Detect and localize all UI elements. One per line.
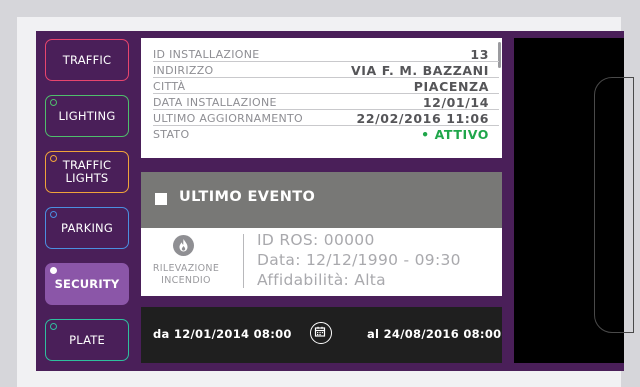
status-dot-icon	[50, 267, 57, 274]
date-to[interactable]: al 24/08/2016 08:00	[367, 327, 501, 341]
sidebar-item-lighting[interactable]: LIGHTING	[45, 95, 129, 137]
info-label: ULTIMO AGGIORNAMENTO	[153, 112, 303, 125]
info-label: ID INSTALLAZIONE	[153, 48, 260, 61]
decorative-frame	[594, 77, 634, 333]
info-label: STATO	[153, 128, 190, 141]
status-dot-icon	[50, 211, 57, 218]
installation-info-card: ID INSTALLAZIONE 13 INDIRIZZO VIA F. M. …	[141, 38, 502, 158]
sidebar-item-traffic[interactable]: TRAFFIC	[45, 39, 129, 81]
sidebar-item-traffic-lights[interactable]: TRAFFIC LIGHTS	[45, 151, 129, 193]
sidebar-item-security[interactable]: SECURITY	[45, 263, 129, 305]
info-value: 13	[470, 47, 489, 62]
status-dot-icon	[50, 99, 57, 106]
sidebar-item-label: LIGHTING	[58, 108, 116, 123]
info-row-install-date: DATA INSTALLAZIONE 12/01/14	[153, 95, 499, 110]
event-date: Data: 12/12/1990 - 09:30	[257, 251, 461, 269]
event-type-line2: INCENDIO	[161, 275, 211, 286]
calendar-icon[interactable]	[310, 322, 332, 344]
flame-icon	[173, 235, 194, 256]
info-label: CITTÀ	[153, 80, 186, 93]
info-row-status: STATO • ATTIVO	[153, 127, 499, 142]
sidebar-item-label: SECURITY	[54, 276, 120, 291]
info-value: 22/02/2016 11:06	[356, 111, 489, 126]
info-row-last-update: ULTIMO AGGIORNAMENTO 22/02/2016 11:06	[153, 111, 499, 126]
event-type-line1: RILEVAZIONE	[152, 263, 220, 274]
info-value: PIACENZA	[413, 79, 489, 94]
info-row-address: INDIRIZZO VIA F. M. BAZZANI	[153, 63, 499, 78]
info-label: DATA INSTALLAZIONE	[153, 96, 277, 109]
status-badge: • ATTIVO	[421, 127, 489, 142]
sidebar-item-label: TRAFFIC LIGHTS	[62, 158, 112, 185]
last-event-title: ULTIMO EVENTO	[179, 189, 316, 205]
info-row-city: CITTÀ PIACENZA	[153, 79, 499, 94]
info-value: 12/01/14	[422, 95, 489, 110]
checkbox-square-icon	[155, 193, 167, 205]
status-dot-icon	[50, 323, 57, 330]
info-label: INDIRIZZO	[153, 64, 214, 77]
event-reliability: Affidabilità: Alta	[257, 271, 386, 289]
divider	[243, 234, 244, 288]
sidebar-item-label: PARKING	[61, 220, 113, 235]
sidebar-item-label: PLATE	[69, 332, 105, 347]
info-row-id: ID INSTALLAZIONE 13	[153, 47, 499, 62]
sidebar-item-parking[interactable]: PARKING	[45, 207, 129, 249]
last-event-header: ULTIMO EVENTO	[141, 172, 502, 228]
sidebar-item-label: TRAFFIC	[62, 52, 112, 67]
last-event-body: RILEVAZIONE INCENDIO ID ROS: 00000 Data:…	[141, 228, 502, 296]
info-value: VIA F. M. BAZZANI	[350, 63, 489, 78]
date-from[interactable]: da 12/01/2014 08:00	[153, 327, 292, 341]
sidebar-item-plate[interactable]: PLATE	[45, 319, 129, 361]
map-view[interactable]	[514, 38, 634, 363]
status-dot-icon	[50, 155, 57, 162]
event-type-label: RILEVAZIONE INCENDIO	[145, 263, 227, 287]
event-id-ros: ID ROS: 00000	[257, 231, 375, 249]
date-range-bar: da 12/01/2014 08:00 al 24/08/2016 08:00	[141, 307, 502, 363]
